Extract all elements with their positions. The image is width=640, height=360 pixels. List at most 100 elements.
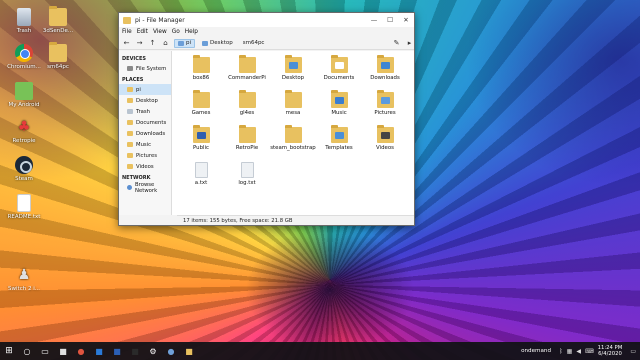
- status-bar: 17 items: 155 bytes, Free space: 21.8 GB: [177, 215, 414, 225]
- file-item[interactable]: log.txt: [224, 159, 270, 194]
- sidebar-item-browse-network[interactable]: Browse Network: [119, 182, 171, 194]
- folder-item[interactable]: Templates: [316, 124, 362, 159]
- file-view[interactable]: box86 CommanderPi Desktop Documents Download…: [172, 51, 414, 215]
- globe-icon[interactable]: ●: [162, 342, 180, 360]
- text-file-icon: [240, 162, 254, 178]
- sidebar-item-desktop[interactable]: Desktop: [119, 95, 171, 106]
- sidebar-item-music[interactable]: Music: [119, 139, 171, 150]
- breadcrumb-desktop[interactable]: Desktop: [199, 39, 236, 48]
- folder-icon: [376, 55, 394, 73]
- keyboard-icon[interactable]: ⌨: [585, 348, 594, 355]
- breadcrumb-sm64pc[interactable]: sm64pc: [240, 39, 268, 48]
- desktop-icon-readme[interactable]: README.txt: [0, 194, 48, 221]
- folder-icon: [49, 6, 67, 26]
- desktop-icon-my-android[interactable]: My Android: [0, 82, 48, 109]
- clock-date: 6/4/2020: [598, 351, 622, 357]
- desktop-icon-sm64pc[interactable]: sm64pc: [34, 42, 82, 71]
- folder-item[interactable]: Games: [178, 89, 224, 124]
- menu-go[interactable]: Go: [172, 29, 180, 35]
- settings-icon[interactable]: ⚙: [144, 342, 162, 360]
- folder-item[interactable]: mesa: [270, 89, 316, 124]
- more-icon[interactable]: ▸: [405, 39, 414, 48]
- menu-file[interactable]: File: [122, 29, 132, 35]
- folder-item[interactable]: Music: [316, 89, 362, 124]
- edit-location-icon[interactable]: ✎: [392, 39, 401, 48]
- folder-icon: [127, 131, 133, 136]
- menu-view[interactable]: View: [153, 29, 167, 35]
- terminal-icon[interactable]: ■: [126, 342, 144, 360]
- notifications-icon[interactable]: ▭: [630, 348, 636, 355]
- sidebar-item-pictures[interactable]: Pictures: [119, 150, 171, 161]
- breadcrumb-pi[interactable]: pi: [174, 38, 196, 48]
- folder-item[interactable]: box86: [178, 54, 224, 89]
- folder-icon: [127, 98, 133, 103]
- window-body: DEVICES File System PLACES pi Desktop Tr…: [119, 51, 414, 215]
- mail-icon[interactable]: ■: [90, 342, 108, 360]
- file-name: Games: [191, 110, 211, 116]
- desktop-icon-switch[interactable]: ♟ Switch 2 i...: [0, 266, 48, 293]
- desktop-icon-3dsende[interactable]: 3dSenDe...: [34, 6, 82, 35]
- folder-item[interactable]: gl4es: [224, 89, 270, 124]
- folder-icon: [49, 42, 67, 62]
- home-icon[interactable]: ⌂: [161, 39, 170, 48]
- text-file-icon: [194, 162, 208, 178]
- chrome-icon[interactable]: ●: [72, 342, 90, 360]
- desktop-icon-steam[interactable]: Steam: [0, 156, 48, 183]
- folder-emblem-icon: [334, 132, 344, 139]
- folder-item[interactable]: CommanderPi: [224, 54, 270, 89]
- taskbar: ⊞ ○ ▭ ■ ● ■ ■ ■ ⚙ ● ■ ondemand ᛒ ▦ ◀ ⌨ 11:24 PM 6…: [0, 342, 640, 360]
- title-bar[interactable]: pi - File Manager — ☐ ✕: [119, 13, 414, 27]
- windows-start-icon[interactable]: ⊞: [0, 342, 18, 360]
- folder-item[interactable]: Public: [178, 124, 224, 159]
- volume-icon[interactable]: ◀: [576, 348, 581, 355]
- file-name: Templates: [325, 145, 353, 151]
- taskview-icon[interactable]: ▭: [36, 342, 54, 360]
- clock[interactable]: 11:24 PM 6/4/2020: [598, 345, 623, 358]
- sidebar-item-pi[interactable]: pi: [119, 84, 171, 95]
- file-item[interactable]: a.txt: [178, 159, 224, 194]
- sidebar-item-file-system[interactable]: File System: [119, 63, 171, 74]
- file-name: CommanderPi: [228, 75, 266, 81]
- menu-help[interactable]: Help: [185, 29, 198, 35]
- bluetooth-icon[interactable]: ᛒ: [559, 348, 563, 355]
- sidebar-item-trash[interactable]: Trash: [119, 106, 171, 117]
- folder-icon: [238, 90, 256, 108]
- folder-item[interactable]: Pictures: [362, 89, 408, 124]
- store-icon[interactable]: ■: [54, 342, 72, 360]
- file-name: Desktop: [281, 75, 305, 81]
- file-name: Music: [331, 110, 347, 116]
- minimize-button[interactable]: —: [366, 13, 382, 27]
- maximize-button[interactable]: ☐: [382, 13, 398, 27]
- tray-governor-label[interactable]: ondemand: [521, 348, 551, 354]
- folder-emblem-icon: [196, 132, 206, 139]
- up-icon[interactable]: ↑: [148, 39, 157, 48]
- chromium-icon: [15, 44, 33, 62]
- sidebar-item-videos[interactable]: Videos: [119, 161, 171, 172]
- forward-icon[interactable]: →: [135, 39, 144, 48]
- folder-icon[interactable]: ■: [180, 342, 198, 360]
- close-button[interactable]: ✕: [398, 13, 414, 27]
- search-icon[interactable]: ○: [18, 342, 36, 360]
- desktop-icon-retropie[interactable]: ♣ Retropie: [0, 118, 48, 145]
- folder-icon: [127, 164, 133, 169]
- folder-item[interactable]: Documents: [316, 54, 362, 89]
- network-icon[interactable]: ▦: [567, 348, 573, 355]
- home-folder-icon: [178, 40, 184, 46]
- file-name: box86: [192, 75, 210, 81]
- folder-item[interactable]: Videos: [362, 124, 408, 159]
- file-manager-app-icon: [123, 16, 131, 24]
- folder-item[interactable]: Desktop: [270, 54, 316, 89]
- file-name: RetroPie: [235, 145, 259, 151]
- menu-edit[interactable]: Edit: [137, 29, 148, 35]
- word-icon[interactable]: ■: [108, 342, 126, 360]
- folder-item[interactable]: steam_bootstrap: [270, 124, 316, 159]
- sidebar-item-downloads[interactable]: Downloads: [119, 128, 171, 139]
- folder-icon: [127, 120, 133, 125]
- folder-item[interactable]: RetroPie: [224, 124, 270, 159]
- folder-item[interactable]: Downloads: [362, 54, 408, 89]
- file-name: log.txt: [238, 180, 256, 186]
- back-icon[interactable]: ←: [122, 39, 131, 48]
- sidebar-item-documents[interactable]: Documents: [119, 117, 171, 128]
- retropie-icon: ♣: [17, 119, 31, 135]
- android-icon: [15, 82, 33, 100]
